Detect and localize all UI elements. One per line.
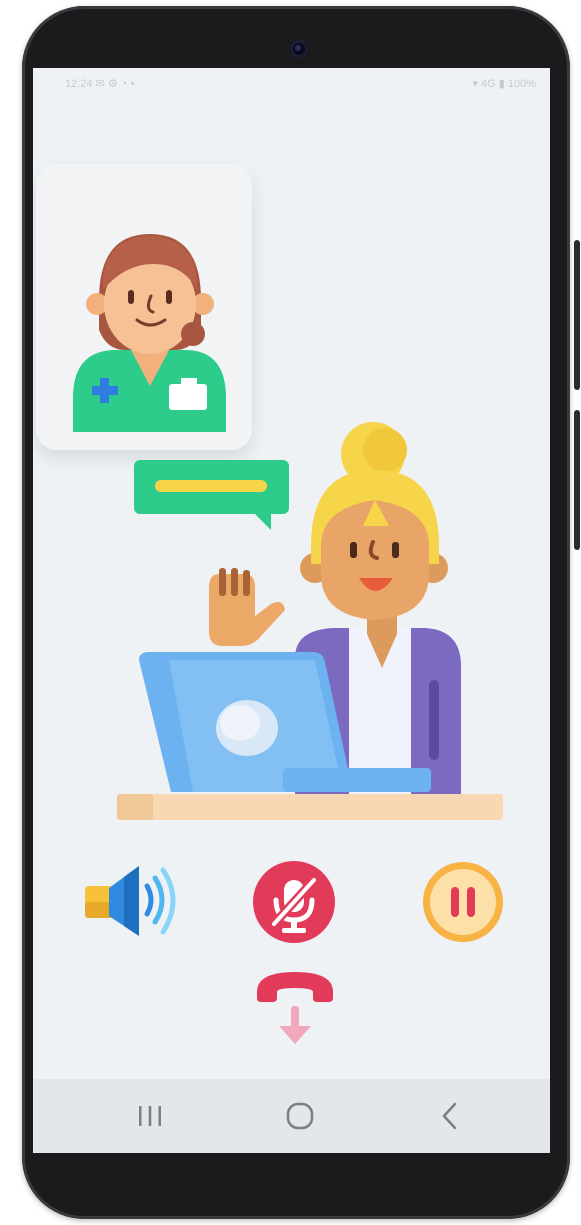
back-icon xyxy=(442,1102,457,1130)
microphone-muted-icon xyxy=(253,861,335,943)
stage: 12:24 ✉ ⚙ ◔ • ▾ 4G ▮ 100% xyxy=(0,0,581,1225)
home-button[interactable] xyxy=(260,1079,340,1153)
call-screen: 12:24 ✉ ⚙ ◔ • ▾ 4G ▮ 100% xyxy=(33,68,550,1153)
mute-button[interactable] xyxy=(252,860,336,944)
speech-bubble-icon xyxy=(134,460,289,530)
speaker-volume-icon xyxy=(85,866,176,936)
recent-apps-icon xyxy=(139,1106,161,1126)
nurse-avatar-icon xyxy=(73,234,226,432)
front-camera xyxy=(290,40,308,58)
power-button xyxy=(574,410,580,550)
hold-button[interactable] xyxy=(421,860,505,944)
pause-icon xyxy=(423,862,503,942)
volume-button xyxy=(574,240,580,390)
speaker-button[interactable] xyxy=(79,858,189,942)
back-button[interactable] xyxy=(410,1079,490,1153)
home-icon xyxy=(286,1102,314,1130)
hang-up-phone-icon xyxy=(257,972,333,1044)
navigation-bar xyxy=(33,1079,550,1153)
end-call-button[interactable] xyxy=(251,964,339,1050)
recent-apps-button[interactable] xyxy=(110,1079,190,1153)
